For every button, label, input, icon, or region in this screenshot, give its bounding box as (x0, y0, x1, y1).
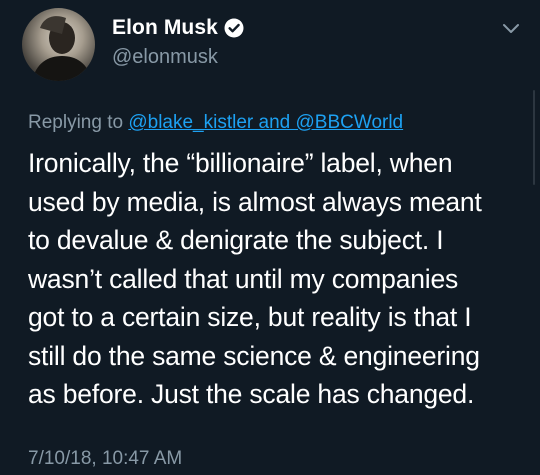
reply-mention-link[interactable]: @blake_kistler and @BBCWorld (128, 112, 403, 133)
timestamp[interactable]: 7/10/18, 10:47 AM (28, 448, 182, 470)
author-block: Elon Musk @elonmusk (112, 14, 244, 69)
verified-badge-icon (224, 18, 244, 38)
tweet-line: used by media, is almost always meant (28, 186, 482, 217)
tweet-line: as before. Just the scale has changed. (28, 379, 475, 409)
replying-to: Replying to @blake_kistler and @BBCWorld (28, 112, 403, 134)
tweet-line: got to a certain size, but reality is th… (28, 302, 472, 332)
chevron-down-icon[interactable] (502, 22, 520, 34)
reply-prefix: Replying to (28, 112, 124, 133)
avatar[interactable] (22, 8, 95, 81)
scrollbar[interactable] (533, 90, 535, 185)
tweet-line: to devalue & denigrate the subject. I (28, 225, 444, 255)
tweet-text: Ironically, the “billionaire” label, whe… (28, 144, 518, 414)
name-row: Elon Musk (112, 14, 244, 42)
tweet-line: wasn’t called that until my companies (28, 263, 459, 294)
tweet-card: Elon Musk @elonmusk Replying to @blake_k… (0, 0, 540, 475)
author-name[interactable]: Elon Musk (112, 16, 218, 40)
tweet-line: Ironically, the “billionaire” label, whe… (28, 148, 453, 178)
author-handle[interactable]: @elonmusk (112, 46, 244, 69)
tweet-line: still do the same science & engineering (28, 340, 480, 371)
